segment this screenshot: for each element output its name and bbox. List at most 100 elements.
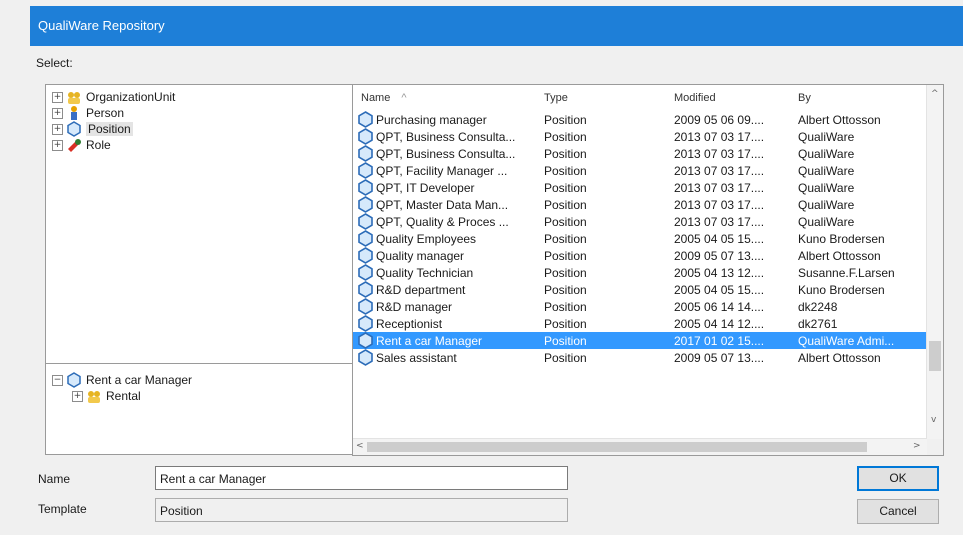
tree-item-person[interactable]: + Person: [52, 105, 124, 121]
column-header-modified[interactable]: Modified: [674, 92, 716, 104]
cell-by: Albert Ottosson: [798, 249, 881, 263]
cell-name: Receptionist: [376, 317, 443, 331]
expand-icon[interactable]: +: [52, 91, 63, 103]
table-row[interactable]: Rent a car Manager Position 2017 01 02 15.…: [353, 332, 927, 349]
role-icon: [66, 137, 82, 153]
cell-by: QualiWare: [798, 198, 855, 212]
column-header-type[interactable]: Type: [544, 92, 568, 104]
horizontal-scroll-thumb[interactable]: [367, 442, 867, 452]
vertical-scrollbar[interactable]: ^ v: [926, 85, 943, 439]
cell-modified: 2013 07 03 17....: [674, 164, 765, 178]
tree-item-label: Rental: [106, 389, 141, 403]
position-icon: [357, 213, 374, 230]
cell-name: QPT, Business Consulta...: [376, 147, 516, 161]
cell-modified: 2013 07 03 17....: [674, 147, 765, 161]
title-bar[interactable]: QualiWare Repository: [30, 6, 963, 46]
cell-type: Position: [544, 266, 587, 280]
cell-type: Position: [544, 249, 587, 263]
table-row[interactable]: Quality Technician Position 2005 04 13 12.…: [353, 264, 927, 281]
position-icon: [66, 121, 82, 137]
cell-by: Kuno Brodersen: [798, 283, 885, 297]
table-row[interactable]: QPT, Facility Manager ... Position 2013 07…: [353, 162, 927, 179]
tree-item-organizationunit[interactable]: + OrganizationUnit: [52, 89, 175, 105]
table-row[interactable]: QPT, Quality & Proces ... Position 2013 07…: [353, 213, 927, 230]
expand-icon[interactable]: +: [52, 107, 63, 119]
table-row[interactable]: Quality manager Position 2009 05 07 13....…: [353, 247, 927, 264]
table-row[interactable]: Sales assistant Position 2009 05 07 13....…: [353, 349, 927, 366]
name-field[interactable]: Rent a car Manager: [155, 466, 568, 490]
cell-name: QPT, Quality & Proces ...: [376, 215, 509, 229]
position-icon: [357, 179, 374, 196]
horizontal-scrollbar[interactable]: < >: [353, 438, 927, 455]
scroll-down-icon[interactable]: v: [931, 415, 936, 425]
cell-name: QPT, Business Consulta...: [376, 130, 516, 144]
vertical-scroll-thumb[interactable]: [929, 341, 941, 371]
position-icon: [357, 128, 374, 145]
cell-type: Position: [544, 130, 587, 144]
cell-type: Position: [544, 334, 587, 348]
position-icon: [357, 111, 374, 128]
position-icon: [357, 247, 374, 264]
cell-name: Quality manager: [376, 249, 465, 263]
cell-modified: 2013 07 03 17....: [674, 130, 765, 144]
position-icon: [357, 162, 374, 179]
scroll-up-icon[interactable]: ^: [931, 89, 939, 99]
scroll-corner: [927, 439, 943, 455]
table-row[interactable]: Purchasing manager Position 2009 05 06 09.…: [353, 111, 927, 128]
ok-button[interactable]: OK: [857, 466, 939, 491]
table-row[interactable]: QPT, Business Consulta... Position 2013 07…: [353, 145, 927, 162]
cell-type: Position: [544, 215, 587, 229]
cell-type: Position: [544, 147, 587, 161]
cell-modified: 2009 05 07 13....: [674, 249, 765, 263]
cell-type: Position: [544, 317, 587, 331]
cell-modified: 2005 04 14 12....: [674, 317, 765, 331]
expand-icon[interactable]: +: [72, 390, 83, 402]
tree-item-rental[interactable]: + Rental: [72, 388, 141, 404]
table-row[interactable]: Quality Employees Position 2005 04 05 15..…: [353, 230, 927, 247]
table-row[interactable]: R&D department Position 2005 04 05 15.... K…: [353, 281, 927, 298]
template-field: Position: [155, 498, 568, 522]
tree-item-position[interactable]: + Position: [52, 121, 133, 137]
object-list[interactable]: Name ^ Type Modified By Purchasing manag…: [352, 84, 944, 456]
tree-item-rent-a-car-manager[interactable]: − Rent a car Manager: [52, 372, 192, 388]
cell-modified: 2005 04 05 15....: [674, 283, 765, 297]
position-icon: [66, 372, 82, 388]
table-row[interactable]: QPT, Business Consulta... Position 2013 07…: [353, 128, 927, 145]
cell-by: QualiWare: [798, 130, 855, 144]
column-header-by[interactable]: By: [798, 92, 811, 104]
column-header-name[interactable]: Name ^: [361, 92, 407, 104]
cell-name: R&D department: [376, 283, 466, 297]
table-row[interactable]: QPT, Master Data Man... Position 2013 07 0…: [353, 196, 927, 213]
table-row[interactable]: QPT, IT Developer Position 2013 07 03 17..…: [353, 179, 927, 196]
scroll-right-icon[interactable]: >: [913, 441, 921, 451]
cell-name: Purchasing manager: [376, 113, 487, 127]
cell-type: Position: [544, 198, 587, 212]
tree-item-role[interactable]: + Role: [52, 137, 111, 153]
expand-icon[interactable]: +: [52, 123, 63, 135]
expand-icon[interactable]: +: [52, 139, 63, 151]
cell-by: QualiWare: [798, 147, 855, 161]
selection-tree[interactable]: − Rent a car Manager + Rental: [45, 363, 373, 455]
cell-type: Position: [544, 351, 587, 365]
sort-up-icon: ^: [401, 92, 407, 104]
tree-item-label: OrganizationUnit: [86, 90, 176, 104]
select-label: Select:: [36, 56, 73, 70]
repository-dialog: Select: + OrganizationUnit + Person + Po…: [30, 46, 963, 535]
table-row[interactable]: R&D manager Position 2005 06 14 14.... dk22…: [353, 298, 927, 315]
cell-modified: 2005 06 14 14....: [674, 300, 765, 314]
cell-type: Position: [544, 232, 587, 246]
position-icon: [357, 349, 374, 366]
scroll-left-icon[interactable]: <: [356, 441, 364, 451]
cancel-button[interactable]: Cancel: [857, 499, 939, 524]
cell-type: Position: [544, 113, 587, 127]
cell-name: QPT, Facility Manager ...: [376, 164, 508, 178]
cell-by: dk2761: [798, 317, 838, 331]
collapse-icon[interactable]: −: [52, 374, 63, 386]
type-tree[interactable]: + OrganizationUnit + Person + Position +: [45, 84, 373, 364]
table-row[interactable]: Receptionist Position 2005 04 14 12.... dk2…: [353, 315, 927, 332]
cell-modified: 2009 05 06 09....: [674, 113, 765, 127]
cell-by: Susanne.F.Larsen: [798, 266, 895, 280]
cell-modified: 2005 04 05 15....: [674, 232, 765, 246]
tree-item-label: Rent a car Manager: [86, 373, 193, 387]
cell-type: Position: [544, 181, 587, 195]
